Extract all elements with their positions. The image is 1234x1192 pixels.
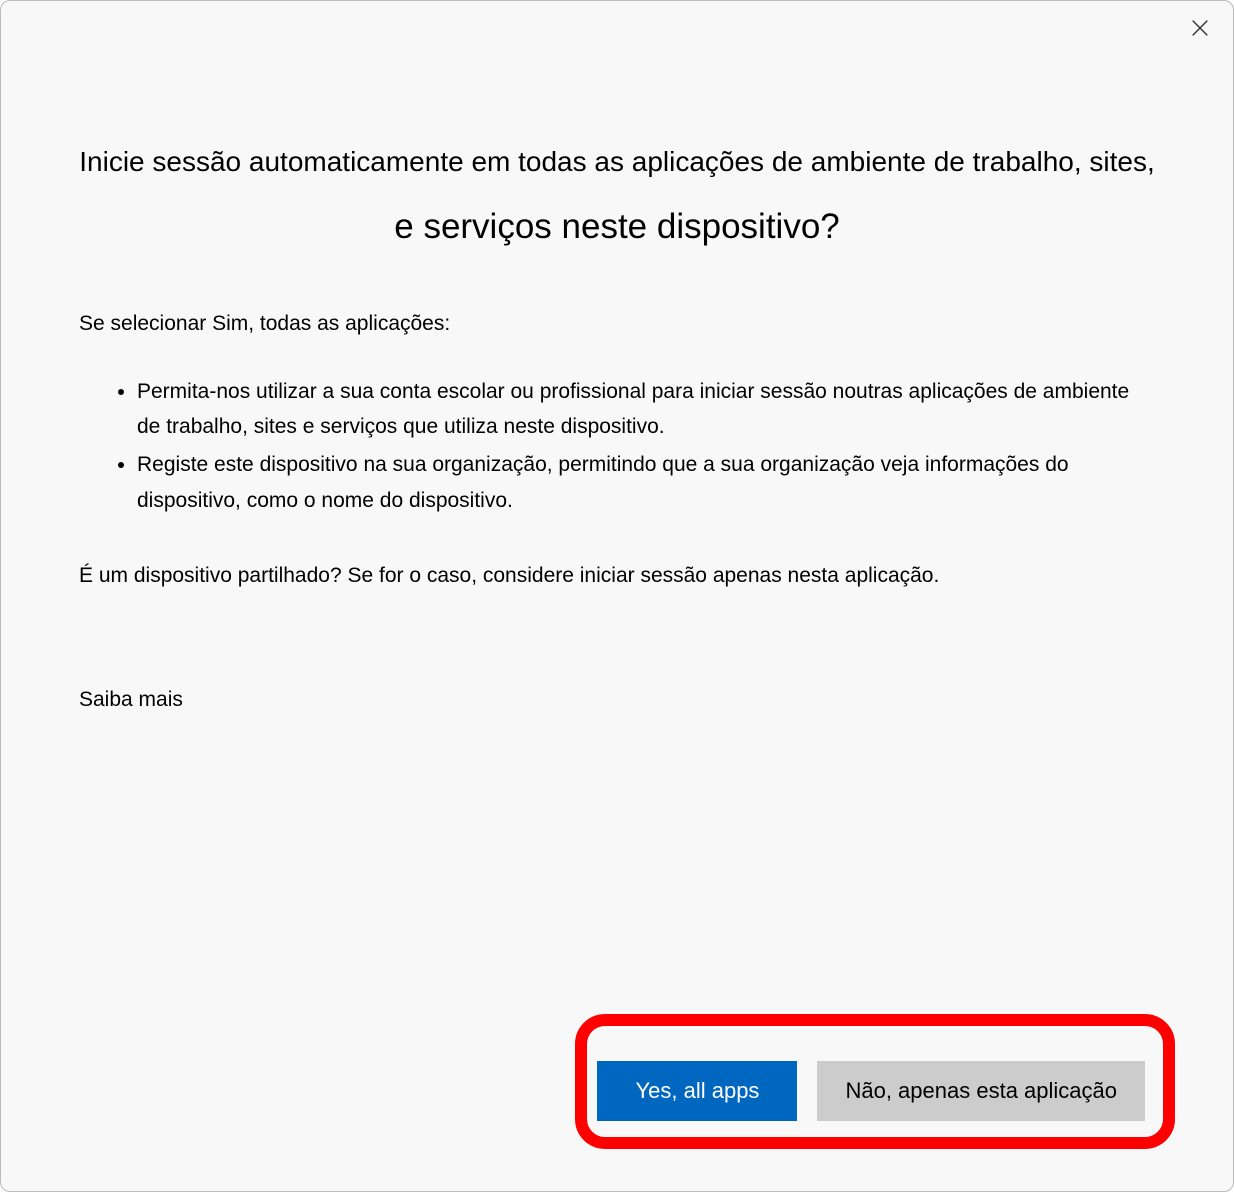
no-this-app-button[interactable]: Não, apenas esta aplicação [817,1061,1145,1121]
title-line1: Inicie sessão automaticamente em todas a… [79,146,1155,177]
list-item: Registe este dispositivo na sua organiza… [137,447,1155,518]
dialog-content: Inicie sessão automaticamente em todas a… [1,1,1233,712]
close-button[interactable] [1185,13,1215,43]
bullet-list: Permita-nos utilizar a sua conta escolar… [79,374,1155,519]
dialog-footer: Yes, all apps Não, apenas esta aplicação [597,1061,1145,1121]
yes-all-apps-button[interactable]: Yes, all apps [597,1061,797,1121]
shared-device-text: É um dispositivo partilhado? Se for o ca… [79,564,1155,588]
learn-more-link[interactable]: Saiba mais [79,688,183,712]
intro-text: Se selecionar Sim, todas as aplicações: [79,312,1155,336]
signin-dialog: Inicie sessão automaticamente em todas a… [0,0,1234,1192]
list-item: Permita-nos utilizar a sua conta escolar… [137,374,1155,445]
close-icon [1189,17,1211,39]
title-line2: e serviços neste dispositivo? [79,201,1155,254]
dialog-title: Inicie sessão automaticamente em todas a… [79,141,1155,254]
